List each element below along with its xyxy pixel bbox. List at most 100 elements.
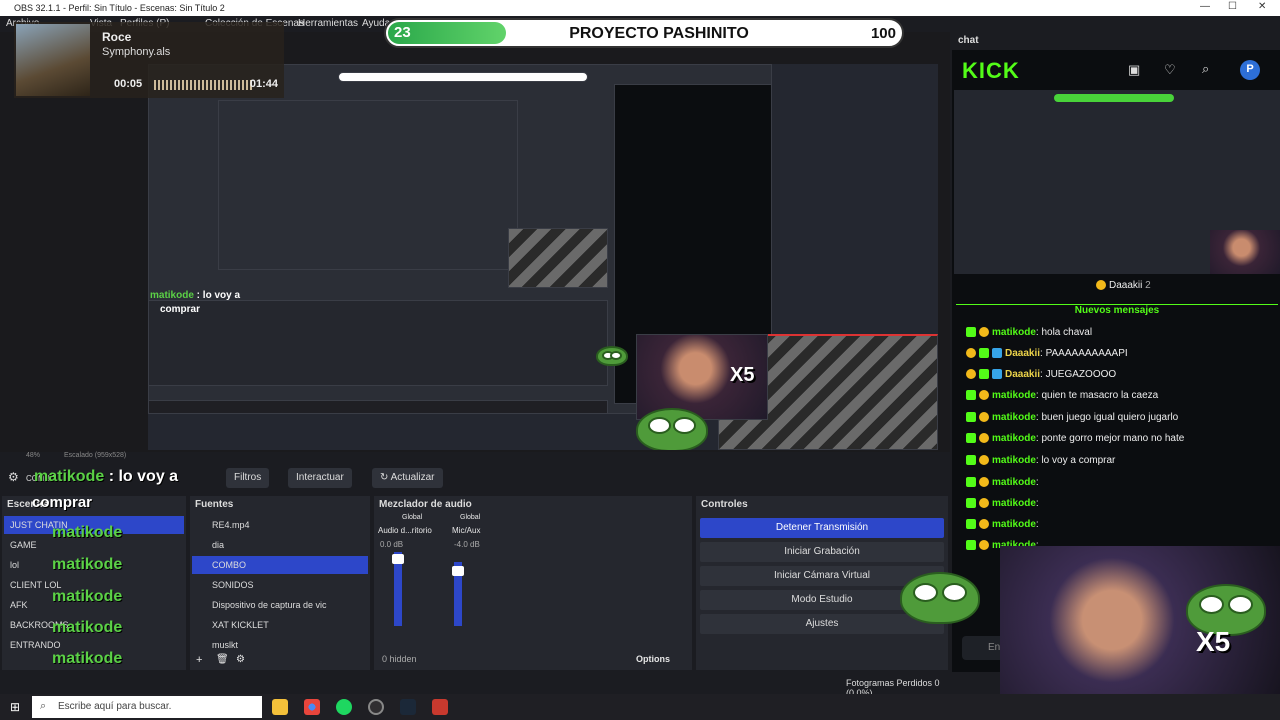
album-art [16, 24, 90, 96]
menu-herramientas[interactable]: Herramientas [298, 18, 358, 29]
overlay-user: matikode [34, 468, 105, 485]
mixer-ch1-label: Global [402, 514, 423, 521]
settings-icon[interactable]: ⚙ [236, 654, 245, 665]
spotify-icon[interactable] [336, 699, 352, 715]
overlay-user-4: matikode [52, 619, 123, 636]
chat-message: matikode: [966, 519, 1039, 530]
time-current: 00:05 [114, 78, 143, 90]
preview-scale: Escalado (959x528) [64, 452, 127, 459]
mixer-ch1-slider[interactable] [392, 554, 404, 564]
chat-message: matikode: quien te masacro la caeza [966, 390, 1158, 401]
time-total: 01:44 [249, 78, 278, 90]
taskbar-search[interactable]: Escribe aquí para buscar. [32, 696, 262, 718]
source-item[interactable]: XAT KICKLET [192, 616, 368, 634]
settings-button[interactable]: Ajustes [700, 614, 944, 634]
sources-dock: Fuentes RE4.mp4 dia COMBO SONIDOS Dispos… [190, 496, 370, 670]
chat-message: matikode: [966, 498, 1039, 509]
nested-hud [338, 72, 588, 82]
mixer-ch1-name[interactable]: Audio d...ritorio [378, 526, 432, 535]
preview-zoom[interactable]: 48% [26, 452, 40, 459]
source-item[interactable]: Dispositivo de captura de vic [192, 596, 340, 614]
controls-title: Controles [701, 499, 748, 510]
overlay-user-5: matikode [52, 650, 123, 667]
overlay-text: lo voy a [118, 468, 179, 485]
mixer-ch2-name[interactable]: Mic/Aux [452, 526, 480, 535]
nested-obs [218, 100, 518, 270]
heart-icon[interactable]: ♡ [1164, 62, 1176, 78]
overlay-user-2: matikode [52, 556, 123, 573]
refresh-label: Actualizar [390, 472, 435, 483]
mixer-ch2-slider[interactable] [452, 566, 464, 576]
frog-emote [900, 572, 980, 624]
stop-stream-button[interactable]: Detener Transmisión [700, 518, 944, 538]
windows-start-icon[interactable]: ⊞ [10, 700, 20, 714]
scenes-dock: Escenas JUST CHATIN GAME lol CLIENT LOL … [2, 496, 186, 670]
overlay-comprar: comprar [32, 494, 93, 511]
multiplier-big: X5 [1196, 626, 1231, 657]
avatar[interactable]: P [1240, 60, 1260, 80]
frog-emote-small [596, 346, 628, 366]
sources-title: Fuentes [195, 499, 234, 510]
window-titlebar: OBS 32.1.1 - Perfil: Sin Título - Escena… [0, 0, 1280, 16]
close-icon[interactable]: ✕ [1258, 1, 1266, 12]
nested-docks [148, 300, 608, 386]
hud-title: PROYECTO PASHINITO [569, 25, 749, 42]
mixer-hidden: 0 hidden [382, 654, 417, 664]
chat-dock-title: chat [952, 32, 1280, 50]
new-messages-divider: Nuevos mensajes [956, 304, 1278, 318]
multiplier-label: X5 [730, 364, 755, 386]
song-artist: Symphony.als [102, 46, 171, 58]
source-item-selected[interactable]: COMBO [192, 556, 368, 574]
mixer-ch2-db: -4.0 dB [454, 540, 480, 549]
frog-emote [636, 408, 708, 450]
chat-message: matikode: lo voy a comprar [966, 455, 1115, 466]
status-bar: Fotogramas Perdidos 0 (0.0%) [0, 672, 952, 698]
mixer-options-button[interactable]: Options [636, 654, 670, 664]
waveform [154, 80, 254, 90]
interact-button[interactable]: Interactuar [288, 468, 352, 488]
music-widget: Roce Symphony.als 00:05 01:44 [14, 22, 284, 98]
overlay-chat-line: matikode : lo voy a [34, 468, 179, 485]
source-item[interactable]: RE4.mp4 [192, 516, 368, 534]
chat-message: Daaakii: PAAAAAAAAAAPI [966, 348, 1128, 359]
mixer-dock: Mezclador de audio Global Global Audio d… [374, 496, 692, 670]
gear-icon[interactable]: ⚙ [8, 470, 19, 484]
nested-stripes [508, 228, 608, 288]
chat-message: matikode: buen juego igual quiero jugarl… [966, 412, 1178, 423]
start-recording-button[interactable]: Iniciar Grabación [700, 542, 944, 562]
source-item[interactable]: dia [192, 536, 368, 554]
nested-taskbar [148, 400, 608, 414]
song-title: Roce [102, 30, 132, 44]
mixer-ch1-db: 0.0 dB [380, 540, 404, 549]
refresh-icon: ↻ [380, 472, 391, 483]
overlay-user-1: matikode [52, 524, 123, 541]
window-title: OBS 32.1.1 - Perfil: Sin Título - Escena… [14, 3, 225, 13]
overlay-user-3: matikode [52, 588, 123, 605]
refresh-button[interactable]: ↻ Actualizar [372, 468, 443, 488]
steam-icon[interactable] [400, 699, 416, 715]
scenes-title: Escenas [7, 499, 48, 510]
source-item[interactable]: SONIDOS [192, 576, 368, 594]
add-icon[interactable]: + [196, 654, 202, 666]
app-icon[interactable] [432, 699, 448, 715]
obs-icon[interactable] [368, 699, 384, 715]
hud-left-value: 23 [394, 24, 411, 41]
file-explorer-icon[interactable] [272, 699, 288, 715]
nested-chat-line: matikode : lo voy a [150, 290, 241, 301]
search-icon[interactable]: ⌕ [1202, 61, 1209, 77]
maximize-icon[interactable]: ☐ [1228, 1, 1237, 12]
chrome-icon[interactable] [304, 699, 320, 715]
minimize-icon[interactable]: — [1200, 1, 1210, 12]
filters-button[interactable]: Filtros [226, 468, 270, 488]
gift-icon[interactable]: ▣ [1128, 62, 1140, 78]
taskbar-search-placeholder: Escribe aquí para buscar. [58, 701, 172, 712]
stream-canvas[interactable] [148, 64, 938, 450]
trash-icon[interactable]: 🗑 [216, 654, 229, 665]
mixer-title: Mezclador de audio [379, 499, 472, 510]
chat-message: Daaakii: JUEGAZOOOO [966, 369, 1116, 380]
nested-comprar: comprar [160, 304, 201, 315]
chat-stream-thumbnail [954, 90, 1280, 274]
chat-message: matikode: [966, 477, 1039, 488]
interact-label: Interactuar [296, 472, 344, 483]
source-item[interactable]: muslkt [192, 636, 368, 654]
